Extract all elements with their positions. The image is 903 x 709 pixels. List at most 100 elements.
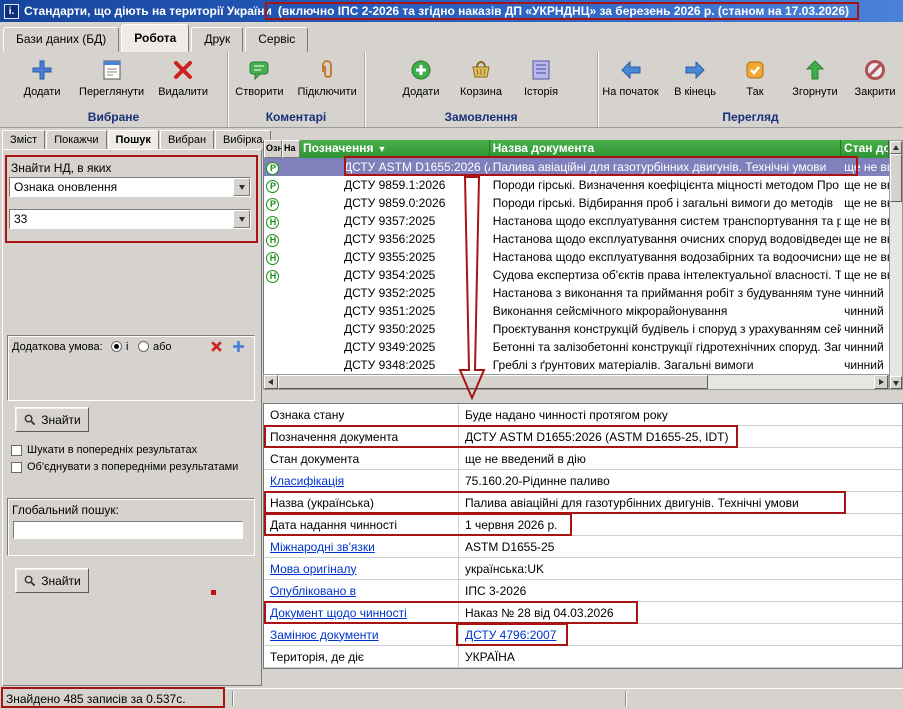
merge-previous-checkbox[interactable] xyxy=(11,462,22,473)
chevron-down-icon[interactable] xyxy=(233,178,250,196)
ukrainian-title-label: Назва (українська) xyxy=(264,492,459,513)
search-previous-checkbox[interactable] xyxy=(11,445,22,456)
table-row[interactable]: ДСТУ 9351:2025 Виконання сейсмічного мік… xyxy=(264,302,889,320)
vertical-scroll-thumb[interactable] xyxy=(890,154,902,202)
history-button[interactable]: Історія xyxy=(513,55,569,101)
detail-row: Міжнародні зв'язкиASTM D1655-25 xyxy=(264,536,902,558)
tab-work[interactable]: Робота xyxy=(121,24,189,52)
row-mark-cell: Н xyxy=(264,230,282,248)
value-dropdown[interactable]: 33 xyxy=(9,209,251,229)
table-header: Озн На Позначення▼ Назва документа Стан … xyxy=(264,140,889,158)
scroll-down-button[interactable] xyxy=(890,376,902,389)
comment-icon xyxy=(247,58,271,85)
table-row[interactable]: ДСТУ 9349:2025 Бетонні та залізобетонні … xyxy=(264,338,889,356)
table-row[interactable]: Р ДСТУ ASTM D1655:2026 (ASTM D1655-25, I… xyxy=(264,158,889,176)
yes-button[interactable]: Так xyxy=(727,55,783,101)
attribute-dropdown[interactable]: Ознака оновлення xyxy=(9,177,251,197)
detail-row: Назва (українська)Палива авіаційні для г… xyxy=(264,492,902,514)
sidebar-tab-favorites[interactable]: Вибран xyxy=(160,130,214,150)
table-row[interactable]: Н ДСТУ 9355:2025 Настанова щодо експлуат… xyxy=(264,248,889,266)
published-in-link[interactable]: Опубліковано в xyxy=(264,580,459,601)
horizontal-scrollbar[interactable] xyxy=(263,374,889,390)
tab-service[interactable]: Сервіс xyxy=(245,27,308,52)
header-title-column[interactable]: Назва документа xyxy=(490,140,841,158)
window-title-highlighted: (включно ІПС 2-2026 та згідно наказів ДП… xyxy=(278,4,849,18)
replaces-documents-link[interactable]: Замінює документи xyxy=(264,624,459,645)
row-title: Настанова щодо експлуатування очисних сп… xyxy=(490,230,841,248)
green-circle-mark-icon: Н xyxy=(266,270,279,283)
row-status: чинний xyxy=(841,302,889,320)
add-condition-button[interactable] xyxy=(230,338,246,354)
collapse-button[interactable]: Згорнути xyxy=(787,55,843,101)
close-button[interactable]: Закрити xyxy=(847,55,903,101)
sidebar-tab-contents[interactable]: Зміст xyxy=(2,130,45,150)
header-mark-column[interactable]: Озн xyxy=(264,140,282,158)
add-order-button[interactable]: Додати xyxy=(393,55,449,101)
table-row[interactable]: Н ДСТУ 9356:2025 Настанова щодо експлуат… xyxy=(264,230,889,248)
replaced-document-link[interactable]: ДСТУ 4796:2007 xyxy=(459,628,902,642)
row-designation: ДСТУ 9355:2025 xyxy=(300,248,490,266)
red-x-icon xyxy=(210,340,223,353)
row-mark-cell: Н xyxy=(264,248,282,266)
radio-or[interactable] xyxy=(138,341,149,352)
territory-value: УКРАЇНА xyxy=(459,650,902,664)
row-designation: ДСТУ 9354:2025 xyxy=(300,266,490,284)
table-row[interactable]: Р ДСТУ 9859.1:2026 Породи гірські. Визна… xyxy=(264,176,889,194)
header-designation-column[interactable]: Позначення▼ xyxy=(300,140,490,158)
detail-row: Мова оригіналуукраїнська:UK xyxy=(264,558,902,580)
attach-comment-button[interactable]: Підключити xyxy=(293,55,362,101)
table-row[interactable]: Р ДСТУ 9859.0:2026 Породи гірські. Відби… xyxy=(264,194,889,212)
delete-favorite-button[interactable]: Видалити xyxy=(153,55,213,101)
scroll-left-button[interactable] xyxy=(264,375,278,389)
row-title: Палива авіаційні для газотурбінних двигу… xyxy=(490,158,841,176)
view-favorite-button[interactable]: Переглянути xyxy=(74,55,149,101)
table-row[interactable]: Н ДСТУ 9357:2025 Настанова щодо експлуат… xyxy=(264,212,889,230)
green-circle-mark-icon: Р xyxy=(266,198,279,211)
horizontal-scroll-thumb[interactable] xyxy=(278,375,708,389)
detail-row: Позначення документаДСТУ ASTM D1655:2026… xyxy=(264,426,902,448)
tab-print[interactable]: Друк xyxy=(191,27,243,52)
validity-document-value: Наказ № 28 від 04.03.2026 xyxy=(459,606,902,620)
status-bar: Знайдено 485 записів за 0.537с. xyxy=(0,688,903,709)
green-circle-mark-icon: Р xyxy=(266,180,279,193)
add-favorite-button[interactable]: Додати xyxy=(14,55,70,101)
paperclip-icon xyxy=(315,58,339,85)
table-row[interactable]: Н ДСТУ 9354:2025 Судова експертиза об'єк… xyxy=(264,266,889,284)
original-language-link[interactable]: Мова оригіналу xyxy=(264,558,459,579)
toolbar-group-view: На початок В кінець Так Згорнути Закрити xyxy=(598,52,903,127)
tab-databases[interactable]: Бази даних (БД) xyxy=(3,27,119,52)
radio-and[interactable] xyxy=(111,341,122,352)
row-designation: ДСТУ 9859.0:2026 xyxy=(300,194,490,212)
basket-button[interactable]: Корзина xyxy=(453,55,509,101)
row-title: Породи гірські. Відбирання проб і загаль… xyxy=(490,194,841,212)
go-to-start-button[interactable]: На початок xyxy=(598,55,663,101)
scroll-right-button[interactable] xyxy=(874,375,888,389)
table-row[interactable]: ДСТУ 9352:2025 Настанова з виконання та … xyxy=(264,284,889,302)
table-row[interactable]: ДСТУ 9348:2025 Греблі з ґрунтових матері… xyxy=(264,356,889,374)
chevron-down-icon[interactable] xyxy=(233,210,250,228)
classification-link[interactable]: Класифікація xyxy=(264,470,459,491)
extra-condition-group: Додаткова умова: і або xyxy=(7,335,255,401)
group-label-view: Перегляд xyxy=(598,110,903,127)
global-find-button[interactable]: Знайти xyxy=(15,568,89,593)
row-designation: ДСТУ 9350:2025 xyxy=(300,320,490,338)
sidebar-tab-indexes[interactable]: Покажчи xyxy=(46,130,106,150)
scroll-up-button[interactable] xyxy=(890,141,902,154)
search-previous-checkbox-row: Шукати в попередніх результатах xyxy=(11,444,197,456)
header-status-column[interactable]: Стан док xyxy=(841,140,889,158)
go-to-end-button[interactable]: В кінець xyxy=(667,55,723,101)
row-status: ще не введений в дію xyxy=(841,194,889,212)
vertical-scrollbar[interactable] xyxy=(889,140,903,390)
validity-document-link[interactable]: Документ щодо чинності xyxy=(264,602,459,623)
detail-row: Територія, де дієУКРАЇНА xyxy=(264,646,902,668)
plus-green-icon xyxy=(409,58,433,85)
find-button[interactable]: Знайти xyxy=(15,407,89,432)
plus-blue-icon xyxy=(232,340,245,353)
remove-condition-button[interactable] xyxy=(208,338,224,354)
create-comment-button[interactable]: Створити xyxy=(230,55,288,101)
international-relations-link[interactable]: Міжнародні зв'язки xyxy=(264,536,459,557)
sidebar-tab-search[interactable]: Пошук xyxy=(108,130,159,150)
global-search-input[interactable] xyxy=(13,521,243,539)
header-availability-column[interactable]: На xyxy=(282,140,300,158)
table-row[interactable]: ДСТУ 9350:2025 Проєктування конструкцій … xyxy=(264,320,889,338)
